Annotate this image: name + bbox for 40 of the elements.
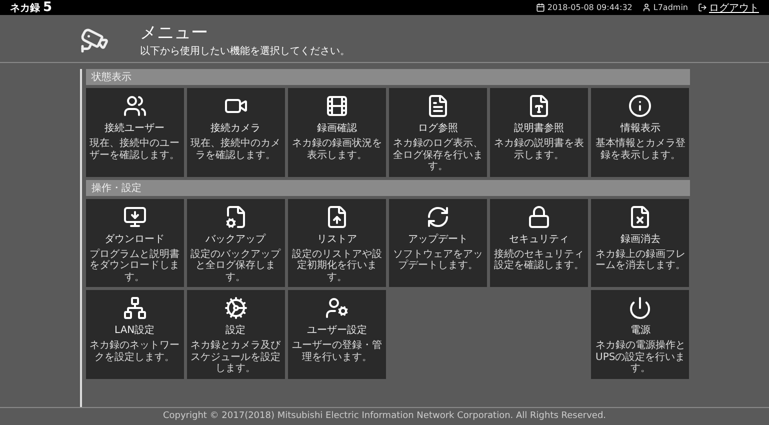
logout-icon [698, 3, 707, 12]
file-gear-icon [224, 204, 248, 228]
section-header: 状態表示 [86, 69, 690, 85]
menu-tile[interactable]: 録画確認 ネカ録の録画状況を表示します。 [288, 88, 386, 176]
refresh-icon [426, 204, 450, 228]
menu-tile[interactable]: リストア 設定のリストアや設定初期化を行います。 [288, 198, 386, 287]
logout-link[interactable]: ログアウト [709, 0, 759, 14]
app-version: 5 [43, 0, 52, 15]
menu-tile[interactable]: 説明書参照 ネカ録の説明書を表示します。 [490, 88, 588, 176]
menu-tile[interactable]: 録画消去 ネカ録上の録画フレームを消去します。 [591, 198, 690, 287]
menu-tile[interactable]: アップデート ソフトウェアをアップデートします。 [388, 198, 488, 287]
page-subtitle: 以下から使用したい機能を選択してください。 [140, 44, 350, 58]
menu-tile[interactable]: ログ参照 ネカ録のログ表示、全ログ保存を行います。 [388, 88, 488, 176]
users-icon [122, 94, 147, 118]
menu-tile[interactable]: 設定 ネカ録とカメラ及びスケジュールを設定します。 [186, 290, 285, 378]
info-icon [628, 94, 652, 118]
page-title: メニュー [140, 22, 209, 44]
download-icon [122, 204, 147, 228]
power-icon [628, 296, 652, 320]
menu-tile[interactable]: ユーザー設定 ユーザーの登録・管理を行います。 [288, 290, 386, 378]
gear-icon [224, 296, 248, 320]
copyright: Copyright © 2017(2018) Mitsubishi Electric Information Network Corporation. All Rights Reserved. [0, 407, 769, 425]
user-icon [642, 3, 652, 12]
network-icon [122, 296, 147, 320]
user-gear-icon [324, 296, 349, 320]
username: L7admin [653, 3, 688, 12]
menu-tile[interactable]: LAN設定 ネカ録のネットワークを設定します。 [86, 290, 184, 378]
menu-tile[interactable]: バックアップ 設定のバックアップと全ログ保存します。 [186, 198, 285, 287]
menu-tile[interactable]: ダウンロード プログラムと説明書をダウンロードします。 [86, 198, 184, 287]
menu-tile[interactable]: 接続ユーザー 現在、接続中のユーザーを確認します。 [86, 88, 184, 176]
menu-tile[interactable]: セキュリティ 接続のセキュリティ設定を確認します。 [490, 198, 588, 287]
section-header: 操作・設定 [86, 180, 690, 196]
film-icon [324, 94, 349, 118]
menu-tile[interactable]: 接続カメラ 現在、接続中のカメラを確認します。 [186, 88, 285, 176]
app-name: ネカ録 [10, 2, 40, 14]
menu-tile[interactable]: 情報表示 基本情報とカメラ登録を表示します。 [591, 88, 690, 176]
lock-icon [527, 204, 552, 228]
menu-tile[interactable]: 電源 ネカ録の電源操作とUPSの設定を行います。 [591, 290, 690, 378]
calendar-icon [536, 3, 546, 12]
datetime: 2018-05-08 09:44:32 [547, 3, 632, 12]
